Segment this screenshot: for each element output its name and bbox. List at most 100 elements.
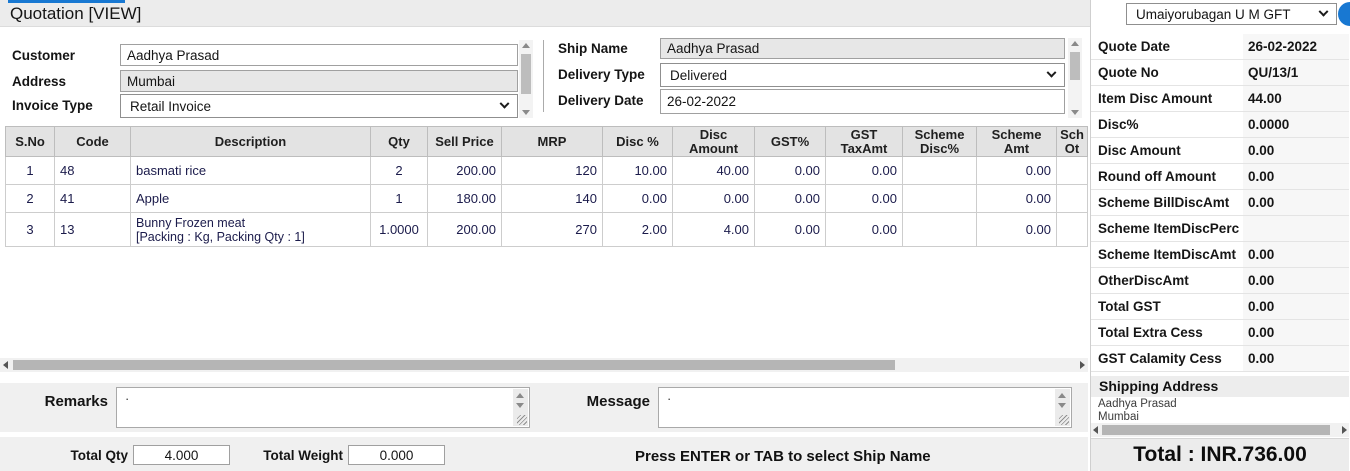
address-input[interactable] [120,70,518,92]
form-divider [543,40,544,112]
cell-sell-price: 200.00 [428,213,502,247]
description-line2: [Packing : Kg, Packing Qty : 1] [136,230,365,244]
cell-description: Bunny Frozen meat [Packing : Kg, Packing… [131,213,371,247]
col-mrp: MRP [502,127,603,157]
ship-name-input[interactable] [660,38,1065,59]
summary-value: 0.00 [1243,242,1349,267]
delivery-date-input[interactable] [660,89,1065,114]
quotation-view-screen: Quotation [VIEW] Customer Address Invoic… [0,0,1350,471]
summary-value: QU/13/1 [1243,60,1349,85]
summary-label: OtherDiscAmt [1091,268,1243,293]
col-sno: S.No [6,127,55,157]
scrollbar-thumb[interactable] [13,360,895,370]
summary-label: Item Disc Amount [1091,86,1243,111]
cell-sno: 1 [6,157,55,185]
scroll-left-icon[interactable] [3,361,8,369]
summary-row: Total GST0.00 [1091,294,1349,320]
scroll-left-icon[interactable] [1093,426,1098,434]
col-sch-ot: Sch Ot [1057,127,1088,157]
summary-label: Round off Amount [1091,164,1243,189]
active-tab-indicator [8,0,125,3]
summary-label: Scheme BillDiscAmt [1091,190,1243,215]
summary-label: Quote No [1091,60,1243,85]
delivery-type-select[interactable]: Delivered [660,63,1065,87]
scroll-up-icon[interactable] [516,393,524,398]
page-title: Quotation [VIEW] [10,4,141,24]
chevron-down-icon [1047,67,1057,77]
summary-row: Item Disc Amount44.00 [1091,86,1349,112]
summary-label: Total Extra Cess [1091,320,1243,345]
summary-label: Scheme ItemDiscPerc [1091,216,1243,241]
message-value: · [667,391,671,406]
summary-label: Scheme ItemDiscAmt [1091,242,1243,267]
scrollbar-thumb[interactable] [1102,425,1330,435]
description-line1: Bunny Frozen meat [136,216,365,230]
shipping-address-line1: Aadhya Prasad [1098,398,1347,411]
cell-sell-price: 200.00 [428,157,502,185]
total-weight-input[interactable] [348,445,445,465]
table-row[interactable]: 1 48 basmati rice 2 200.00 120 10.00 40.… [6,157,1088,185]
resize-grip-icon[interactable] [1059,415,1069,425]
summary-row: Disc Amount0.00 [1091,138,1349,164]
summary-row: Scheme BillDiscAmt0.00 [1091,190,1349,216]
summary-rows: Quote Date26-02-2022 Quote NoQU/13/1 Ite… [1091,34,1349,372]
table-horizontal-scrollbar[interactable] [0,358,1088,372]
cell-sch-ot [1057,157,1088,185]
total-qty-label: Total Qty [40,448,128,463]
table-header-row: S.No Code Description Qty Sell Price MRP… [6,127,1088,157]
summary-value [1243,216,1349,241]
cell-description: basmati rice [131,157,371,185]
cell-code: 13 [55,213,131,247]
summary-value: 0.00 [1243,138,1349,163]
scrollbar-thumb[interactable] [1070,52,1080,80]
summary-row: Disc%0.0000 [1091,112,1349,138]
customer-form-scrollbar[interactable] [519,40,533,118]
scroll-right-icon[interactable] [1342,426,1347,434]
message-label: Message [578,393,650,410]
shipping-address-box[interactable]: Aadhya Prasad Mumbai [1093,398,1347,423]
cell-mrp: 270 [502,213,603,247]
items-table: S.No Code Description Qty Sell Price MRP… [5,126,1088,247]
scroll-down-icon[interactable] [1071,110,1079,115]
summary-value: 0.00 [1243,294,1349,319]
cell-code: 48 [55,157,131,185]
cell-disc-amount: 4.00 [673,213,755,247]
address-label: Address [12,74,66,89]
summary-value: 0.0000 [1243,112,1349,137]
cell-disc-amount: 0.00 [673,185,755,213]
delivery-type-label: Delivery Type [558,67,645,82]
store-selector-dropdown[interactable]: Umaiyorubagan U M GFT [1126,3,1337,25]
remarks-value: · [125,391,129,406]
cell-scheme-amt: 0.00 [977,185,1057,213]
scroll-down-icon[interactable] [1058,403,1066,408]
scroll-up-icon[interactable] [1058,393,1066,398]
scroll-right-icon[interactable] [1080,361,1085,369]
col-qty: Qty [371,127,428,157]
table-row[interactable]: 2 41 Apple 1 180.00 140 0.00 0.00 0.00 0… [6,185,1088,213]
remarks-textarea[interactable]: · [116,387,530,428]
cell-sch-ot [1057,185,1088,213]
resize-grip-icon[interactable] [517,415,527,425]
summary-label: Disc Amount [1091,138,1243,163]
scroll-up-icon[interactable] [1071,41,1079,46]
cell-mrp: 120 [502,157,603,185]
summary-label: Total GST [1091,294,1243,319]
scrollbar-thumb[interactable] [521,54,531,94]
ship-form-scrollbar[interactable] [1068,38,1082,118]
summary-value: 0.00 [1243,164,1349,189]
table-row[interactable]: 3 13 Bunny Frozen meat [Packing : Kg, Pa… [6,213,1088,247]
help-button[interactable] [1338,2,1350,26]
scroll-down-icon[interactable] [522,110,530,115]
invoice-type-select[interactable]: Retail Invoice [120,94,518,118]
col-description: Description [131,127,371,157]
total-qty-input[interactable] [133,445,230,465]
col-gst-pct: GST% [755,127,826,157]
col-disc-amount: Disc Amount [673,127,755,157]
cell-gst-pct: 0.00 [755,213,826,247]
message-textarea[interactable]: · [658,387,1072,428]
scroll-down-icon[interactable] [516,403,524,408]
scroll-up-icon[interactable] [522,43,530,48]
panel-horizontal-scrollbar[interactable] [1091,423,1349,437]
customer-input[interactable] [120,44,518,66]
grand-total: Total : INR.736.00 [1091,438,1349,471]
